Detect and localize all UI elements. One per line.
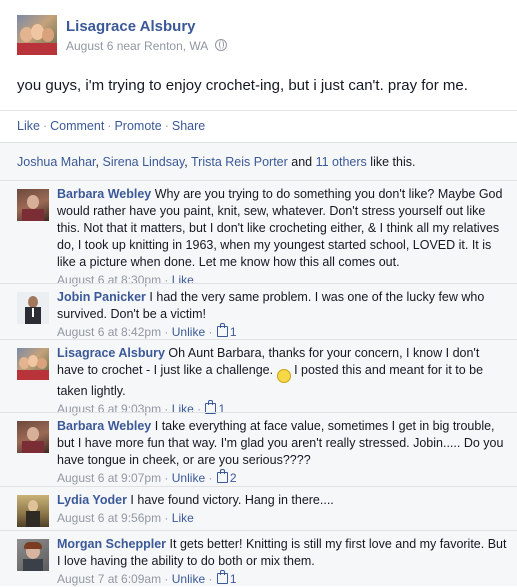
comments-section: Joshua Mahar, Sirena Lindsay, Trista Rei… [0, 142, 517, 586]
post-text: you guys, i'm trying to enjoy crochet-in… [17, 77, 468, 94]
commenter-avatar[interactable] [17, 348, 49, 380]
commenter-avatar[interactable] [17, 189, 49, 221]
comment-likes-count[interactable]: 1 [216, 323, 237, 339]
commenter-name[interactable]: Barbara Webley [57, 419, 151, 433]
commenter-name[interactable]: Lisagrace Alsbury [57, 346, 165, 360]
comment-meta: August 6 at 8:42pm · Unlike · 1 [57, 323, 237, 339]
commenter-name[interactable]: Jobin Panicker [57, 290, 146, 304]
comment: Barbara Webley I take everything at face… [0, 412, 517, 487]
divider [0, 110, 517, 111]
commenter-avatar[interactable] [17, 495, 49, 527]
comment-like-button[interactable]: Unlike [172, 572, 205, 586]
post-header: Lisagrace Alsbury August 6 near Renton, … [0, 0, 517, 60]
thumbs-up-icon [216, 323, 228, 337]
comment: Morgan Scheppler It gets better! Knittin… [0, 530, 517, 587]
comment-like-button[interactable]: Like [172, 511, 194, 525]
separator: · [164, 119, 169, 133]
thumbs-up-icon [216, 570, 228, 584]
commenter-avatar[interactable] [17, 539, 49, 571]
comment-like-button[interactable]: Unlike [172, 471, 205, 485]
like-button[interactable]: Like [17, 119, 40, 133]
comment-timestamp[interactable]: August 6 at 8:42pm [57, 325, 161, 339]
commenter-name[interactable]: Morgan Scheppler [57, 537, 166, 551]
promote-button[interactable]: Promote [114, 119, 161, 133]
comment-likes-count[interactable]: 1 [216, 570, 237, 586]
smiley-icon: :) [276, 369, 291, 383]
likes-summary: Joshua Mahar, Sirena Lindsay, Trista Rei… [17, 155, 416, 169]
comment-meta: August 6 at 9:56pm · Like [57, 511, 194, 525]
comment-meta: August 6 at 9:07pm · Unlike · 2 [57, 469, 237, 485]
post-action-bar: Like · Comment · Promote · Share [17, 119, 205, 133]
post-meta: August 6 near Renton, WA [66, 39, 227, 53]
comment: Barbara Webley Why are you trying to do … [0, 180, 517, 287]
thumbs-up-icon [216, 469, 228, 483]
post-author-name[interactable]: Lisagrace Alsbury [66, 18, 196, 35]
liker-link[interactable]: Joshua Mahar [17, 155, 96, 169]
author-avatar[interactable] [17, 15, 57, 55]
comment-button[interactable]: Comment [50, 119, 104, 133]
post-date[interactable]: August 6 near Renton, WA [66, 39, 208, 53]
comment-timestamp[interactable]: August 6 at 9:07pm [57, 471, 161, 485]
commenter-name[interactable]: Barbara Webley [57, 187, 151, 201]
comment-body: Jobin Panicker I had the very same probl… [57, 289, 509, 340]
liker-link[interactable]: Sirena Lindsay [103, 155, 185, 169]
comment-timestamp[interactable]: August 6 at 9:56pm [57, 511, 161, 525]
others-link[interactable]: 11 others [316, 155, 367, 169]
share-button[interactable]: Share [172, 119, 205, 133]
comment-body: Barbara Webley Why are you trying to do … [57, 186, 509, 288]
commenter-avatar[interactable] [17, 421, 49, 453]
globe-icon[interactable] [214, 39, 227, 51]
comment-body: Lisagrace Alsbury Oh Aunt Barbara, thank… [57, 345, 509, 417]
comment-body: Morgan Scheppler It gets better! Knittin… [57, 536, 509, 587]
comment: Jobin Panicker I had the very same probl… [0, 283, 517, 340]
separator: · [42, 119, 48, 133]
comment: Lydia Yoder I have found victory. Hang i… [0, 486, 517, 531]
liker-link[interactable]: Trista Reis Porter [191, 155, 288, 169]
comment-timestamp[interactable]: August 7 at 6:09am [57, 572, 161, 586]
commenter-avatar[interactable] [17, 292, 49, 324]
separator: · [107, 119, 112, 133]
comment-text: I have found victory. Hang in there.... [130, 493, 334, 507]
comment-body: Barbara Webley I take everything at face… [57, 418, 509, 486]
comment-likes-count[interactable]: 2 [216, 469, 237, 485]
comment-body: Lydia Yoder I have found victory. Hang i… [57, 492, 509, 526]
commenter-name[interactable]: Lydia Yoder [57, 493, 127, 507]
comment-like-button[interactable]: Unlike [172, 325, 205, 339]
comment: Lisagrace Alsbury Oh Aunt Barbara, thank… [0, 339, 517, 416]
